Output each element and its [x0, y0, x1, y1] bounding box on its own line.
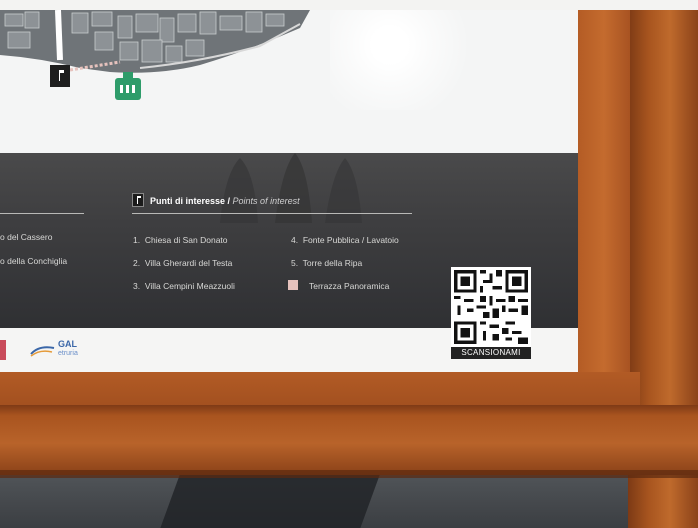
section-title-it: Punti di interesse [150, 196, 226, 206]
section-rule [132, 213, 412, 214]
terrace-swatch [288, 280, 298, 290]
qr-code[interactable] [451, 267, 531, 347]
left-rule [0, 213, 84, 214]
poi-item-1: 1. Chiesa di San Donato [133, 235, 228, 245]
poi-item-4: 4. Fonte Pubblica / Lavatoio [291, 235, 399, 245]
poi-item-2: 2. Villa Gherardi del Testa [133, 258, 233, 268]
map-marker-fountain [115, 72, 141, 100]
poi-icon [132, 193, 144, 207]
frame-crossbar [0, 405, 698, 475]
qr-label: SCANSIONAMI [451, 347, 531, 359]
crossbar-shadow [0, 470, 698, 478]
gal-logo: GAL etruria [58, 340, 78, 358]
gal-logo-sub: etruria [58, 350, 78, 357]
map-marker-poi [50, 65, 70, 87]
section-title: Punti di interesse / Points of interest [150, 196, 300, 206]
sun-reflection [330, 10, 480, 110]
poi-item-3: 3. Villa Cempini Meazzuoli [133, 281, 235, 291]
gal-logo-icon [30, 346, 55, 357]
top-strip [0, 0, 698, 10]
partner-logo-edge [0, 340, 6, 360]
frame-inner-right [578, 10, 630, 410]
terrace-label: Terrazza Panoramica [309, 281, 390, 291]
pole-shadow [160, 475, 380, 528]
left-item: o del Cassero [0, 232, 53, 242]
left-item: o della Conchiglia [0, 256, 68, 266]
gal-logo-name: GAL [58, 339, 77, 349]
section-title-en: Points of interest [232, 196, 300, 206]
poi-item-5: 5. Torre della Ripa [291, 258, 363, 268]
